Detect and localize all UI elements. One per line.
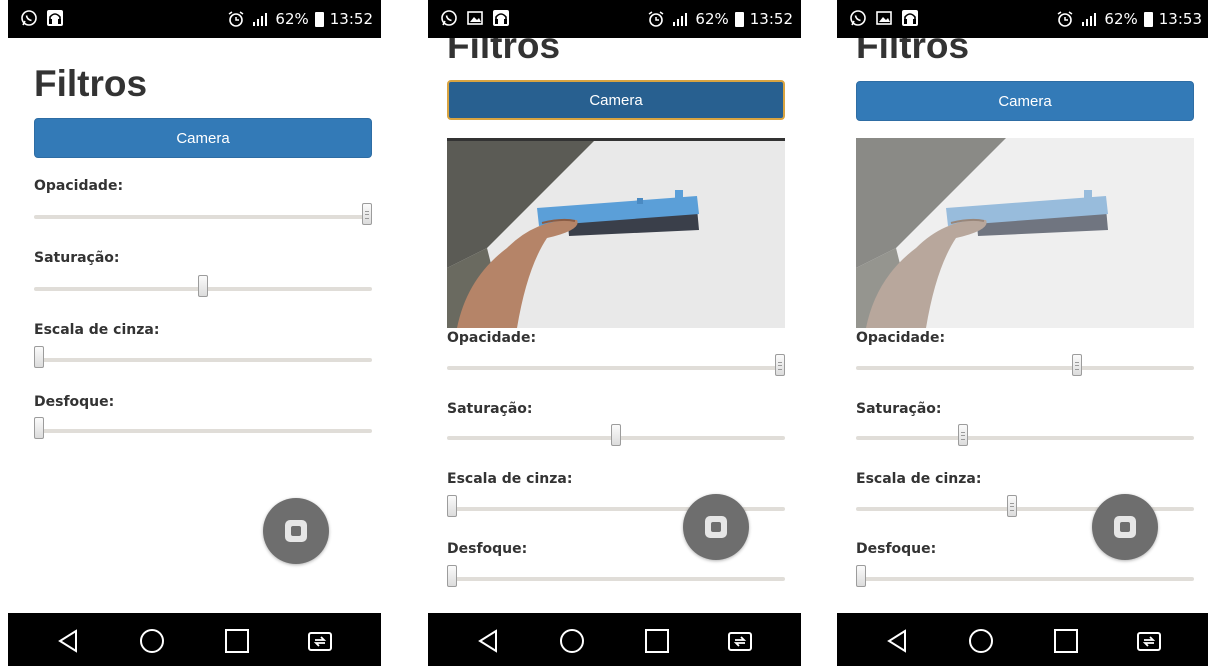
battery-percent: 62% bbox=[275, 10, 309, 28]
recents-icon[interactable] bbox=[223, 627, 251, 655]
quick-switch-icon[interactable] bbox=[1135, 627, 1163, 655]
status-time: 13:52 bbox=[329, 10, 373, 28]
page-title: Filtros bbox=[447, 38, 561, 66]
signal-icon bbox=[1082, 13, 1097, 26]
phone-screen-2: 62% 13:52 Filtros Camera Opacidade: Satu… bbox=[428, 0, 801, 666]
stop-icon bbox=[705, 516, 727, 538]
headset-icon bbox=[47, 10, 63, 26]
battery-icon bbox=[734, 11, 744, 27]
alarm-icon bbox=[649, 11, 664, 27]
slider-label-saturacao: Saturação: bbox=[856, 401, 942, 417]
slider-thumb[interactable] bbox=[775, 354, 785, 376]
headset-icon bbox=[493, 10, 509, 26]
slider-thumb[interactable] bbox=[198, 275, 208, 297]
navigation-bar bbox=[837, 613, 1208, 666]
home-icon[interactable] bbox=[558, 627, 586, 655]
slider-label-opacidade: Opacidade: bbox=[34, 178, 124, 194]
navigation-bar bbox=[428, 613, 801, 666]
battery-icon bbox=[1143, 11, 1153, 27]
saturacao-slider[interactable] bbox=[447, 424, 785, 446]
stop-icon bbox=[285, 520, 307, 542]
desfoque-slider[interactable] bbox=[34, 417, 372, 439]
camera-button[interactable]: Camera bbox=[34, 118, 372, 158]
status-bar: 62% 13:52 bbox=[8, 0, 381, 38]
signal-icon bbox=[253, 13, 268, 26]
alarm-icon bbox=[229, 11, 244, 27]
alarm-icon bbox=[1058, 11, 1073, 27]
opacidade-slider[interactable] bbox=[447, 354, 785, 376]
battery-percent: 62% bbox=[1104, 10, 1138, 28]
camera-preview bbox=[447, 138, 785, 328]
slider-thumb[interactable] bbox=[856, 565, 866, 587]
slider-label-escala-de-cinza: Escala de cinza: bbox=[34, 322, 160, 338]
status-bar: 62% 13:52 bbox=[428, 0, 801, 38]
back-icon[interactable] bbox=[54, 627, 82, 655]
home-icon[interactable] bbox=[967, 627, 995, 655]
escala-de-cinza-slider[interactable] bbox=[34, 346, 372, 368]
page-title: Filtros bbox=[34, 63, 148, 104]
camera-preview-image bbox=[856, 138, 1194, 328]
recents-icon[interactable] bbox=[1052, 627, 1080, 655]
slider-label-saturacao: Saturação: bbox=[447, 401, 533, 417]
phone-screen-1: 62% 13:52 Filtros Camera Opacidade: Satu… bbox=[8, 0, 381, 666]
slider-label-escala-de-cinza: Escala de cinza: bbox=[447, 471, 573, 487]
status-time: 13:52 bbox=[749, 10, 793, 28]
quick-switch-icon[interactable] bbox=[306, 627, 334, 655]
slider-thumb[interactable] bbox=[1072, 354, 1083, 376]
desfoque-slider[interactable] bbox=[856, 565, 1194, 587]
back-icon[interactable] bbox=[474, 627, 502, 655]
slider-label-desfoque: Desfoque: bbox=[34, 394, 115, 410]
headset-icon bbox=[902, 10, 918, 26]
quick-switch-icon[interactable] bbox=[726, 627, 754, 655]
camera-preview bbox=[856, 138, 1194, 328]
stop-recording-button[interactable] bbox=[1092, 494, 1158, 560]
status-time: 13:53 bbox=[1158, 10, 1202, 28]
home-icon[interactable] bbox=[138, 627, 166, 655]
stop-recording-button[interactable] bbox=[683, 494, 749, 560]
opacidade-slider[interactable] bbox=[856, 354, 1194, 376]
whatsapp-icon bbox=[850, 10, 866, 26]
battery-icon bbox=[314, 11, 324, 27]
signal-icon bbox=[673, 13, 688, 26]
saturacao-slider[interactable] bbox=[34, 275, 372, 297]
slider-label-opacidade: Opacidade: bbox=[447, 330, 537, 346]
recents-icon[interactable] bbox=[643, 627, 671, 655]
stop-icon bbox=[1114, 516, 1136, 538]
slider-label-desfoque: Desfoque: bbox=[856, 541, 937, 557]
battery-percent: 62% bbox=[695, 10, 729, 28]
slider-thumb[interactable] bbox=[1006, 495, 1017, 517]
saturacao-slider[interactable] bbox=[856, 424, 1194, 446]
whatsapp-icon bbox=[441, 10, 457, 26]
desfoque-slider[interactable] bbox=[447, 565, 785, 587]
slider-thumb[interactable] bbox=[34, 417, 44, 439]
slider-thumb[interactable] bbox=[957, 424, 968, 446]
slider-thumb[interactable] bbox=[362, 203, 372, 225]
gallery-icon bbox=[876, 11, 892, 25]
opacidade-slider[interactable] bbox=[34, 203, 372, 225]
slider-label-escala-de-cinza: Escala de cinza: bbox=[856, 471, 982, 487]
status-bar: 62% 13:53 bbox=[837, 0, 1208, 38]
back-icon[interactable] bbox=[883, 627, 911, 655]
slider-thumb[interactable] bbox=[447, 495, 457, 517]
phone-screen-3: 62% 13:53 Filtros Camera Opacidade: Satu… bbox=[837, 0, 1208, 666]
camera-button[interactable]: Camera bbox=[447, 80, 785, 120]
camera-preview-image bbox=[447, 138, 785, 328]
slider-thumb[interactable] bbox=[447, 565, 457, 587]
page-title: Filtros bbox=[856, 38, 970, 66]
navigation-bar bbox=[8, 613, 381, 666]
slider-label-desfoque: Desfoque: bbox=[447, 541, 528, 557]
camera-button[interactable]: Camera bbox=[856, 81, 1194, 121]
slider-label-opacidade: Opacidade: bbox=[856, 330, 946, 346]
gallery-icon bbox=[467, 11, 483, 25]
whatsapp-icon bbox=[21, 10, 37, 26]
slider-thumb[interactable] bbox=[34, 346, 44, 368]
slider-thumb[interactable] bbox=[611, 424, 621, 446]
stop-recording-button[interactable] bbox=[263, 498, 329, 564]
slider-label-saturacao: Saturação: bbox=[34, 250, 120, 266]
